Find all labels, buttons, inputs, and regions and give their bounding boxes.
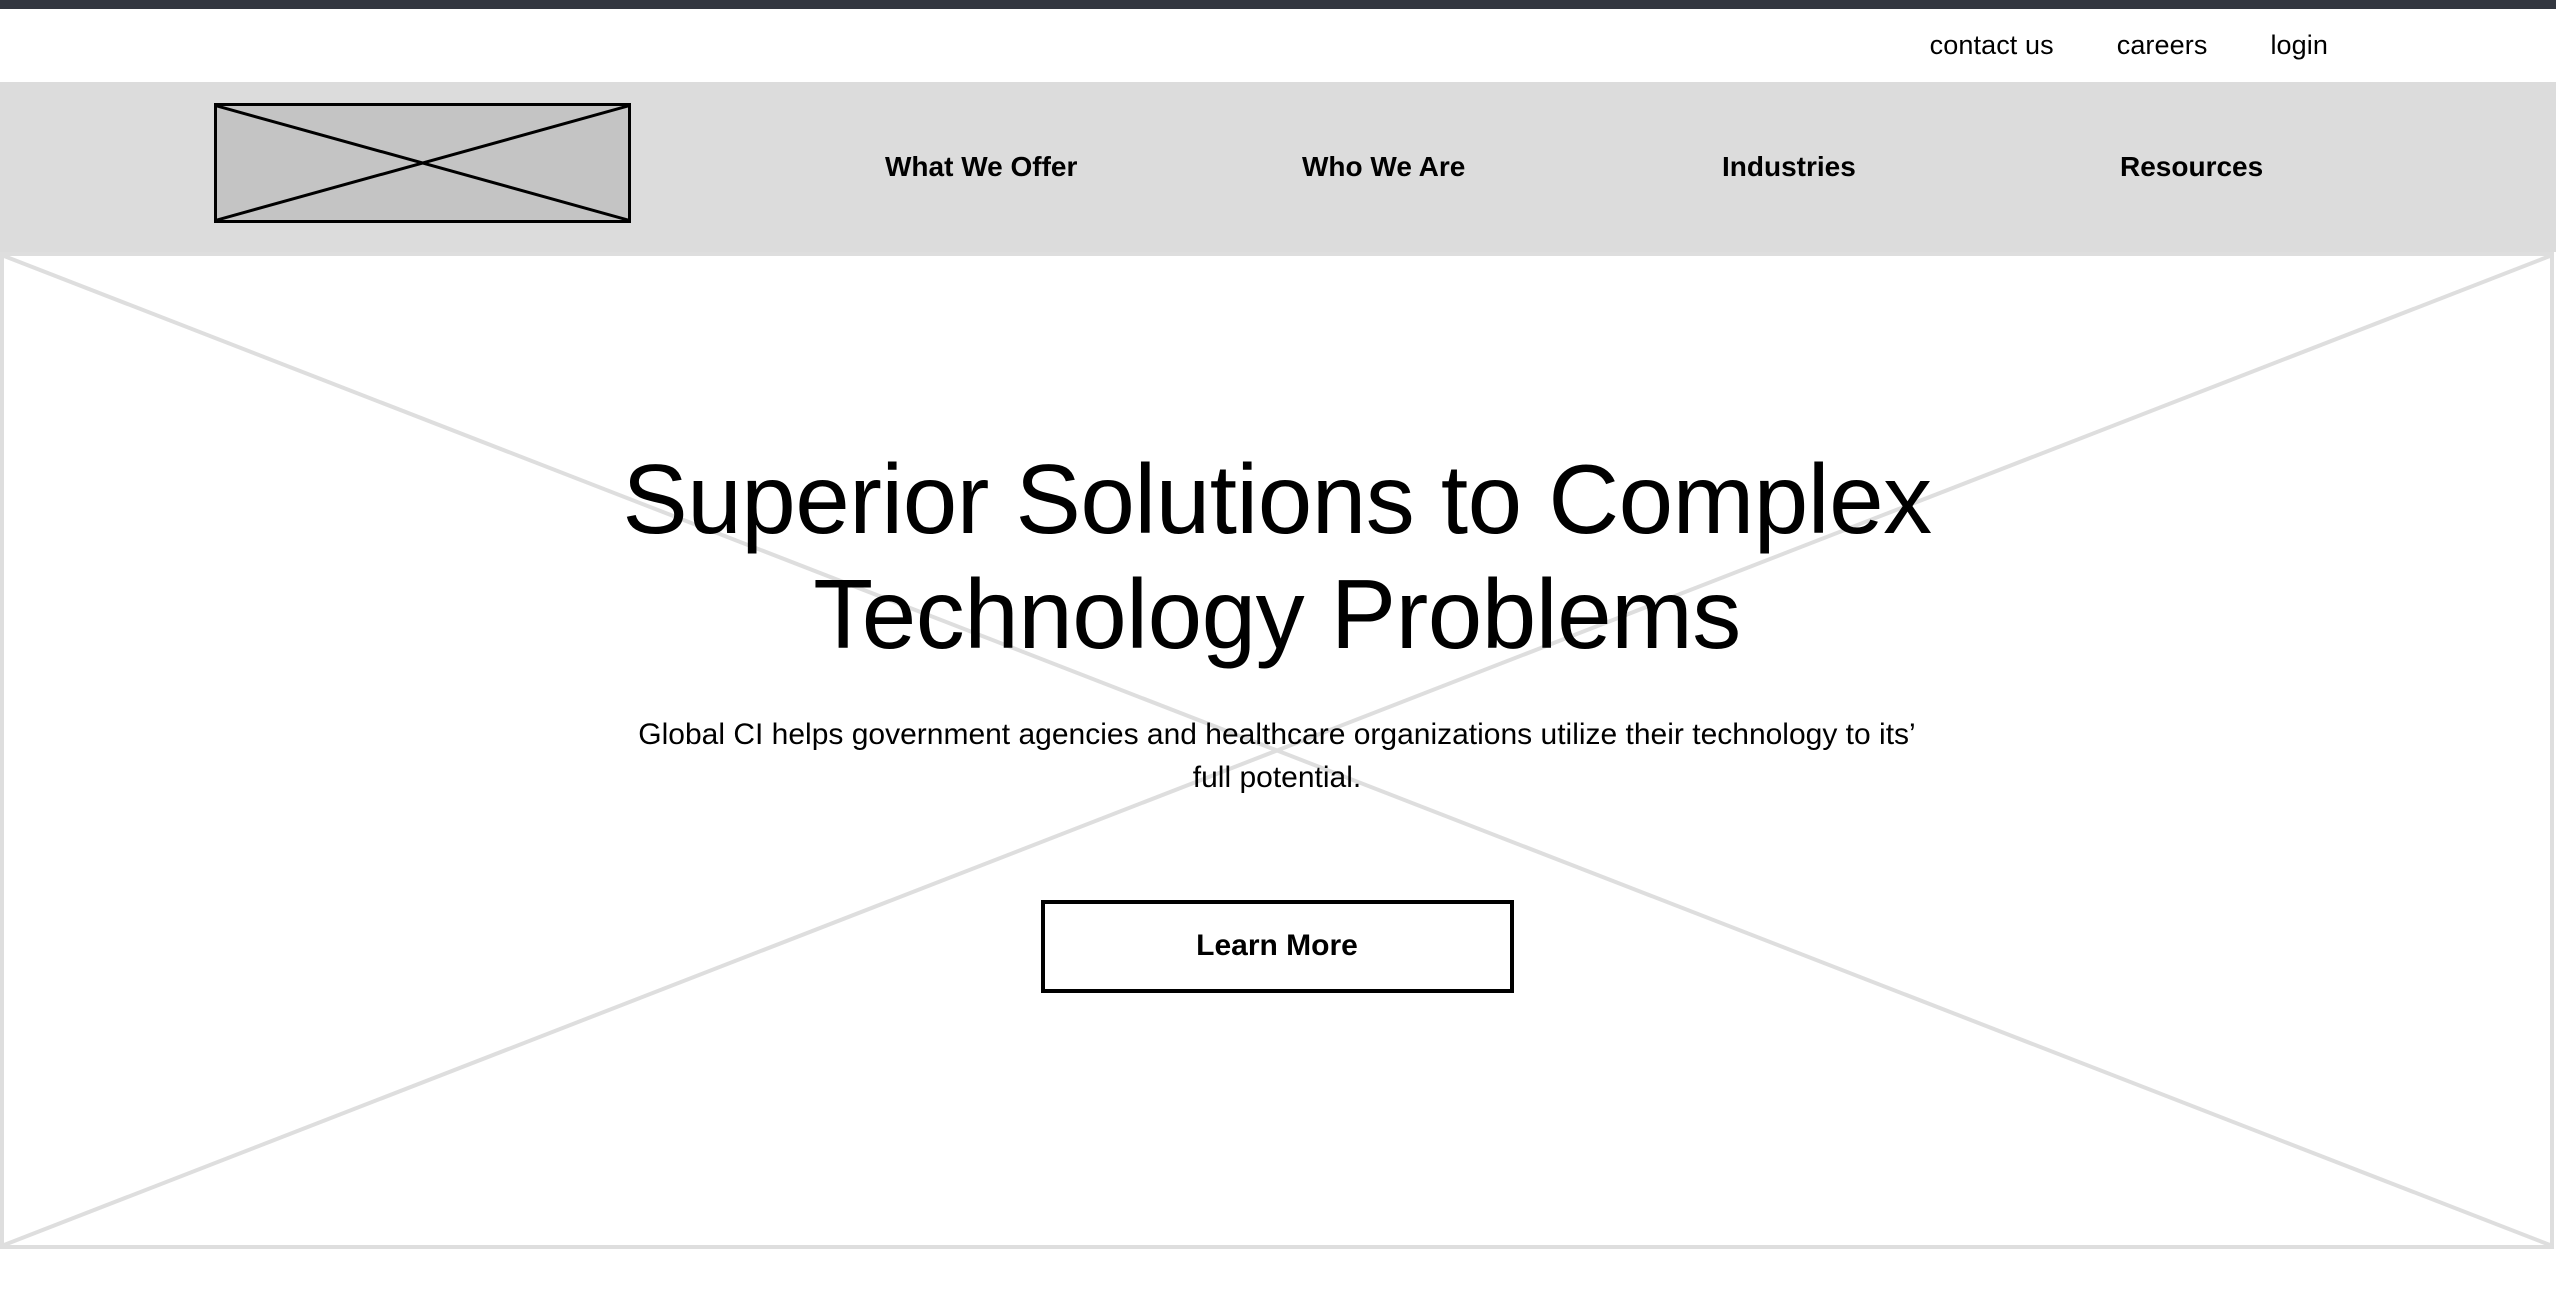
utility-nav: contact us careers login — [0, 9, 2556, 82]
hero-section: Superior Solutions to Complex Technology… — [0, 252, 2554, 1249]
hero-content: Superior Solutions to Complex Technology… — [4, 256, 2550, 1245]
top-accent-strip — [0, 0, 2556, 9]
main-navbar: What We Offer Who We Are Industries Reso… — [0, 82, 2556, 252]
utility-link-login[interactable]: login — [2270, 32, 2328, 59]
nav-item-resources[interactable]: Resources — [2120, 153, 2263, 181]
hero-subtitle: Global CI helps government agencies and … — [638, 718, 1916, 794]
page-root: contact us careers login What We Offer W… — [0, 0, 2556, 1292]
utility-link-careers[interactable]: careers — [2117, 32, 2208, 59]
logo-placeholder[interactable] — [214, 103, 631, 223]
learn-more-button[interactable]: Learn More — [1040, 899, 1514, 993]
utility-link-contact-us[interactable]: contact us — [1930, 32, 2054, 59]
hero-title: Superior Solutions to Complex Technology… — [622, 444, 1932, 669]
nav-item-what-we-offer[interactable]: What We Offer — [885, 153, 1077, 181]
image-placeholder-icon — [217, 106, 628, 220]
main-nav-links: What We Offer Who We Are Industries Reso… — [820, 82, 2350, 252]
nav-item-who-we-are[interactable]: Who We Are — [1302, 153, 1465, 181]
nav-item-industries[interactable]: Industries — [1722, 153, 1856, 181]
